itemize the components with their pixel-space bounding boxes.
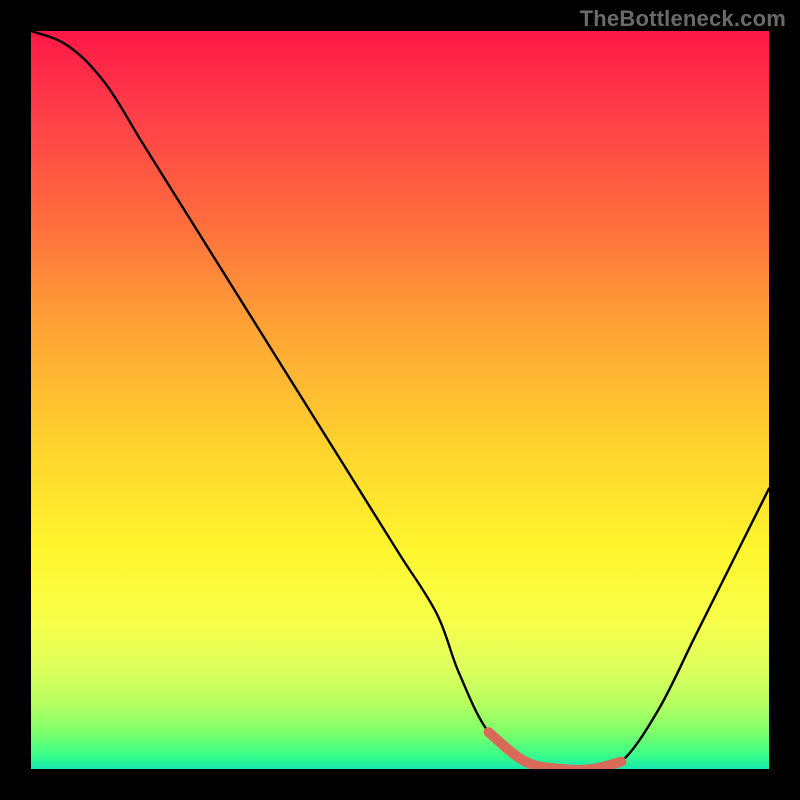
- chart-container: TheBottleneck.com: [0, 0, 800, 800]
- optimal-range-highlight: [31, 31, 769, 769]
- watermark-text: TheBottleneck.com: [580, 6, 786, 32]
